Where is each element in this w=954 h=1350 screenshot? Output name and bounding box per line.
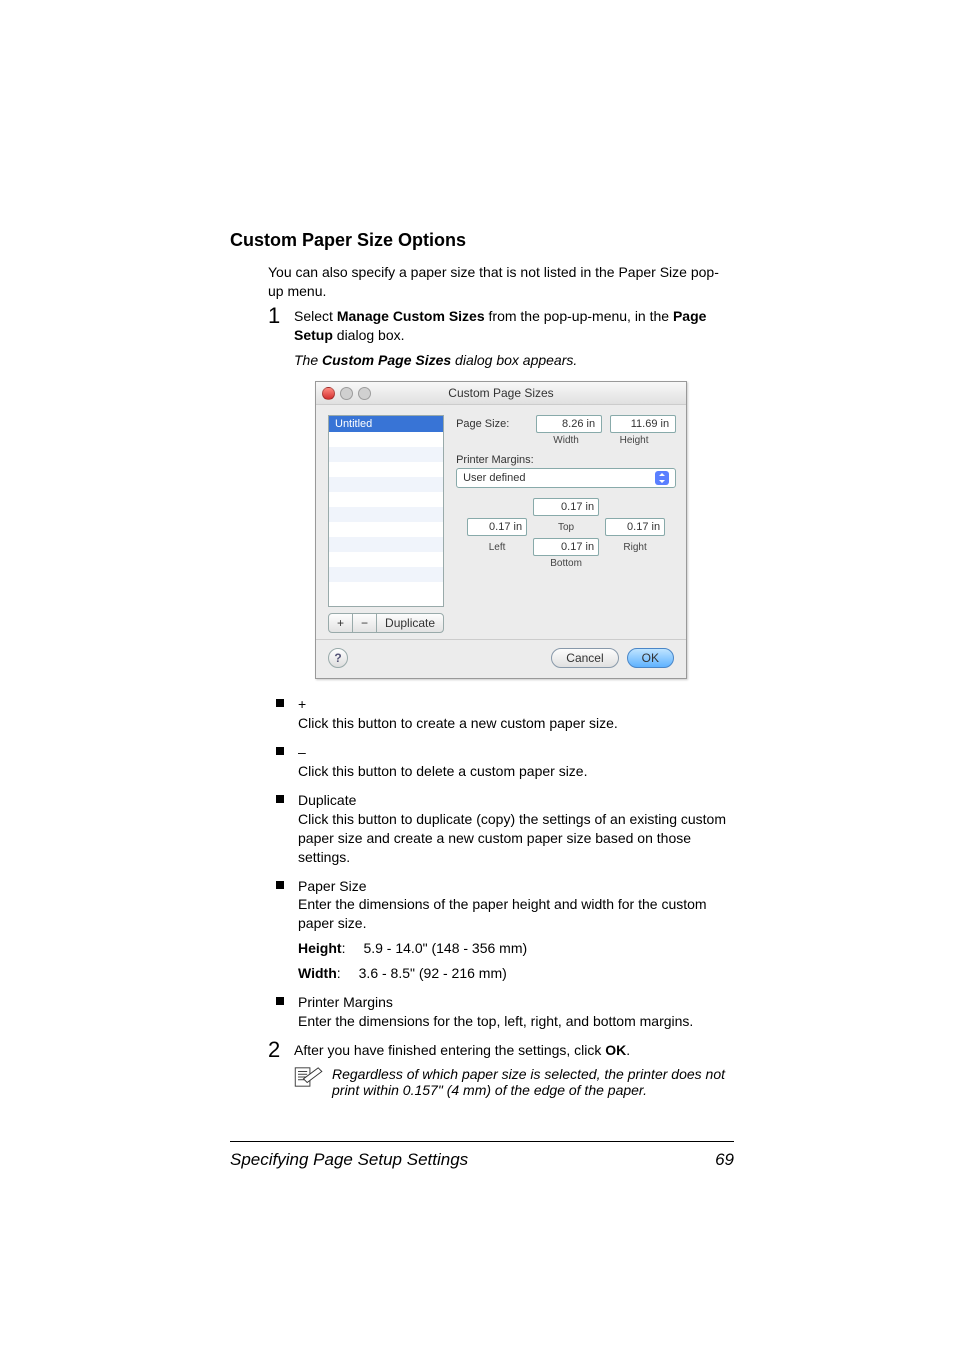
bullet-plus: + Click this button to create a new cust… (276, 695, 734, 733)
bullet-plus-desc: Click this button to create a new custom… (298, 714, 734, 733)
bullet-minus-title: – (298, 743, 734, 762)
duplicate-button[interactable]: Duplicate (377, 614, 443, 632)
bullet-minus-desc: Click this button to delete a custom pap… (298, 762, 734, 781)
chevron-updown-icon (655, 471, 669, 485)
width-field[interactable]: 8.26 in (536, 415, 602, 433)
bullet-paper-size: Paper Size Enter the dimensions of the p… (276, 877, 734, 983)
margins-select-value: User defined (463, 472, 525, 484)
custom-page-sizes-dialog: Custom Page Sizes Untitled + − Duplicate (315, 381, 687, 679)
height-spec-value: 5.9 - 14.0" (148 - 356 mm) (363, 939, 527, 958)
dialog-titlebar: Custom Page Sizes (316, 382, 686, 405)
step1-mid: from the pop-up-menu, in the (485, 308, 673, 324)
margin-bottom-field[interactable]: 0.17 in (533, 538, 599, 556)
step2-post: . (626, 1042, 630, 1058)
width-spec-value: 3.6 - 8.5" (92 - 216 mm) (359, 964, 507, 983)
height-spec-label: Height (298, 940, 342, 956)
dialog-title: Custom Page Sizes (316, 386, 686, 400)
bullet-duplicate: Duplicate Click this button to duplicate… (276, 791, 734, 867)
width-spec-label: Width (298, 965, 337, 981)
note-icon (294, 1066, 320, 1091)
bullet-printer-margins-desc: Enter the dimensions for the top, left, … (298, 1012, 734, 1031)
margin-left-field[interactable]: 0.17 in (467, 518, 527, 536)
bullet-printer-margins: Printer Margins Enter the dimensions for… (276, 993, 734, 1031)
margin-right-field[interactable]: 0.17 in (605, 518, 665, 536)
margin-left-sublabel: Left (467, 542, 527, 553)
bullet-printer-margins-title: Printer Margins (298, 993, 734, 1012)
width-sublabel: Width (536, 435, 596, 446)
step-number-1: 1 (268, 303, 280, 329)
step-2-text: After you have finished entering the set… (294, 1041, 734, 1060)
step2-pre: After you have finished entering the set… (294, 1042, 605, 1058)
height-spec-colon: : (342, 940, 346, 956)
height-sublabel: Height (604, 435, 664, 446)
page-footer: Specifying Page Setup Settings 69 (230, 1141, 734, 1170)
height-field[interactable]: 11.69 in (610, 415, 676, 433)
add-button[interactable]: + (329, 614, 353, 632)
caption-pre: The (294, 352, 322, 368)
ok-button[interactable]: OK (627, 648, 674, 668)
sizes-list[interactable]: Untitled (328, 415, 444, 607)
page-size-label: Page Size: (456, 418, 528, 430)
step-1-text: Select Manage Custom Sizes from the pop-… (294, 307, 734, 345)
intro-paragraph: You can also specify a paper size that i… (268, 263, 734, 301)
step1-post: dialog box. (333, 327, 405, 343)
caption-post: dialog box appears. (451, 352, 577, 368)
page-number: 69 (715, 1150, 734, 1170)
note-text: Regardless of which paper size is select… (332, 1066, 734, 1098)
step1-pre: Select (294, 308, 337, 324)
printer-margins-label: Printer Margins: (456, 454, 676, 466)
bullet-duplicate-title: Duplicate (298, 791, 734, 810)
bullet-paper-size-desc: Enter the dimensions of the paper height… (298, 895, 734, 933)
bullet-plus-title: + (298, 695, 734, 714)
margin-bottom-sublabel: Bottom (533, 558, 599, 569)
step1-bold: Manage Custom Sizes (337, 308, 485, 324)
margin-top-sublabel: Top (533, 522, 599, 533)
step2-bold: OK (605, 1042, 626, 1058)
margin-top-field[interactable]: 0.17 in (533, 498, 599, 516)
bullet-paper-size-title: Paper Size (298, 877, 734, 896)
width-spec-colon: : (337, 965, 341, 981)
list-item-selected[interactable]: Untitled (329, 416, 443, 432)
caption-bold: Custom Page Sizes (322, 352, 451, 368)
cancel-button[interactable]: Cancel (551, 648, 618, 668)
section-heading: Custom Paper Size Options (230, 230, 734, 251)
footer-title: Specifying Page Setup Settings (230, 1150, 468, 1170)
margin-right-sublabel: Right (605, 542, 665, 553)
dialog-caption: The Custom Page Sizes dialog box appears… (294, 351, 734, 370)
bullet-minus: – Click this button to delete a custom p… (276, 743, 734, 781)
remove-button[interactable]: − (353, 614, 377, 632)
step-number-2: 2 (268, 1037, 280, 1063)
help-button[interactable]: ? (328, 648, 348, 668)
bullet-duplicate-desc: Click this button to duplicate (copy) th… (298, 810, 734, 867)
printer-margins-select[interactable]: User defined (456, 468, 676, 488)
